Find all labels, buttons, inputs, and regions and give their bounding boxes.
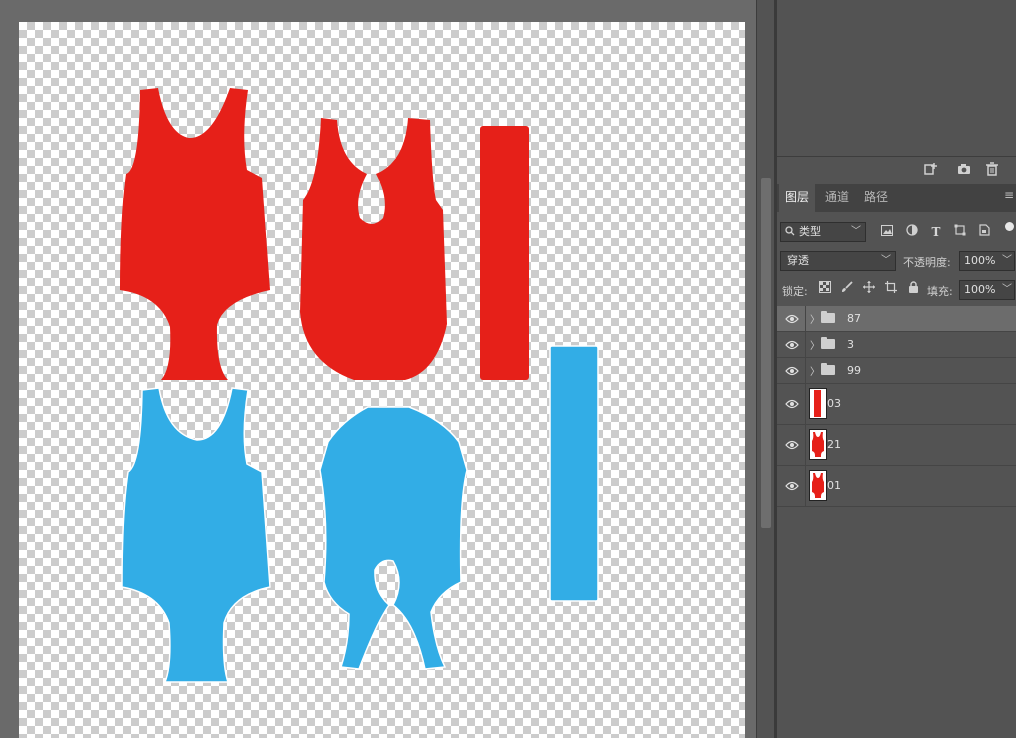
filter-type-value: 类型 <box>799 225 821 238</box>
lock-move-icon[interactable] <box>861 281 877 297</box>
layer-row-group[interactable]: 〉 99 <box>777 358 1016 384</box>
filter-type-select[interactable]: 类型 ﹀ <box>780 222 866 242</box>
eye-icon[interactable] <box>785 479 799 493</box>
folder-icon <box>821 337 835 349</box>
panel-tabs: 图层 通道 路径 ≡ <box>777 184 1016 212</box>
layer-name: 21 <box>827 438 841 451</box>
chevron-down-icon: ﹀ <box>881 255 891 266</box>
visibility-column-divider <box>805 425 806 465</box>
layers-panel: 图层 通道 路径 ≡ 类型 ﹀ T 穿透 ﹀ 不透明度: 100% ﹀ 锁定: <box>777 0 1016 738</box>
eye-icon[interactable] <box>785 397 799 411</box>
layer-name: 01 <box>827 479 841 492</box>
fill-value: 100% <box>964 283 996 296</box>
layer-row[interactable]: 01 <box>777 466 1016 507</box>
document-canvas[interactable] <box>19 22 745 738</box>
search-icon <box>785 223 795 241</box>
lock-paint-icon[interactable] <box>839 281 855 297</box>
canvas-artwork[interactable] <box>19 22 745 738</box>
visibility-column-divider <box>805 358 806 383</box>
fill-input[interactable]: 100% ﹀ <box>959 280 1015 300</box>
scrollbar-thumb[interactable] <box>761 178 771 528</box>
tab-layers[interactable]: 图层 <box>779 184 816 212</box>
image-filter-icon[interactable] <box>879 224 895 240</box>
folder-icon <box>821 311 835 323</box>
visibility-column-divider <box>805 384 806 424</box>
canvas-workspace[interactable] <box>0 0 756 738</box>
tab-channels[interactable]: 通道 <box>819 184 855 212</box>
tab-paths[interactable]: 路径 <box>858 184 894 212</box>
chevron-right-icon[interactable]: 〉 <box>810 311 820 326</box>
chevron-right-icon[interactable]: 〉 <box>810 363 820 378</box>
layer-row[interactable]: 03 <box>777 384 1016 425</box>
layer-thumbnail[interactable] <box>809 470 827 501</box>
layer-name: 03 <box>827 397 841 410</box>
chevron-down-icon: ﹀ <box>1002 255 1012 266</box>
eye-icon[interactable] <box>785 312 799 326</box>
folder-icon <box>821 363 835 375</box>
blue-front-piece[interactable] <box>121 387 271 683</box>
camera-icon[interactable] <box>956 162 972 178</box>
red-back-piece[interactable] <box>300 118 447 380</box>
visibility-column-divider <box>805 332 806 357</box>
layer-name: 87 <box>847 312 861 325</box>
layer-thumbnail[interactable] <box>809 388 827 419</box>
trash-icon[interactable] <box>984 162 1000 178</box>
chevron-down-icon: ﹀ <box>851 226 861 237</box>
smart-object-filter-icon[interactable] <box>976 224 992 240</box>
new-layer-icon[interactable] <box>923 162 939 178</box>
lock-all-icon[interactable] <box>905 281 921 297</box>
blue-back-piece[interactable] <box>319 406 468 670</box>
red-front-piece[interactable] <box>120 88 270 380</box>
layer-thumbnail[interactable] <box>809 429 827 460</box>
panel-menu-icon[interactable]: ≡ <box>1004 188 1014 202</box>
visibility-column-divider <box>805 466 806 506</box>
panel-upper-area <box>777 0 1016 157</box>
layer-row-group[interactable]: 〉 3 <box>777 332 1016 358</box>
visibility-column-divider <box>805 306 806 331</box>
layer-name: 99 <box>847 364 861 377</box>
lock-transparent-icon[interactable] <box>817 281 833 297</box>
layer-name: 3 <box>847 338 854 351</box>
fill-label: 填充: <box>927 285 953 298</box>
filter-toggle-icon[interactable] <box>1005 222 1014 231</box>
lock-artboard-icon[interactable] <box>883 281 899 297</box>
chevron-right-icon[interactable]: 〉 <box>810 337 820 352</box>
lock-label: 锁定: <box>782 285 808 298</box>
layer-row[interactable]: 21 <box>777 425 1016 466</box>
layer-row-group[interactable]: 〉 87 <box>777 306 1016 332</box>
eye-icon[interactable] <box>785 438 799 452</box>
opacity-value: 100% <box>964 254 996 267</box>
eye-icon[interactable] <box>785 338 799 352</box>
blue-strip[interactable] <box>549 345 599 602</box>
adjustment-filter-icon[interactable] <box>904 224 920 240</box>
opacity-label: 不透明度: <box>903 256 951 269</box>
layers-list: 〉 87 〉 3 〉 99 03 21 01 <box>777 306 1016 507</box>
eye-icon[interactable] <box>785 364 799 378</box>
chevron-down-icon: ﹀ <box>1002 284 1012 295</box>
blend-mode-select[interactable]: 穿透 ﹀ <box>780 251 896 271</box>
blend-mode-value: 穿透 <box>787 254 809 267</box>
text-filter-icon[interactable]: T <box>928 224 944 240</box>
vertical-scrollbar[interactable] <box>756 0 775 738</box>
red-strip[interactable] <box>480 126 529 380</box>
shape-filter-icon[interactable] <box>952 224 968 240</box>
opacity-input[interactable]: 100% ﹀ <box>959 251 1015 271</box>
